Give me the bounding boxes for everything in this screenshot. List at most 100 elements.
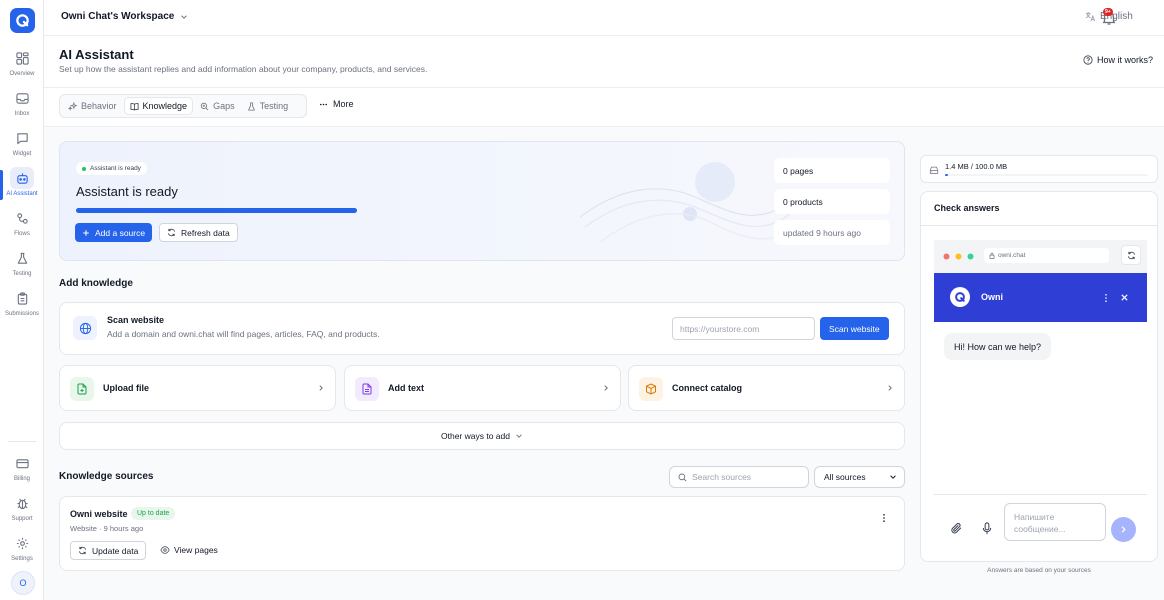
sidebar-item-settings[interactable]: Settings xyxy=(0,532,44,568)
chevron-right-icon xyxy=(1121,526,1126,533)
sidebar-item-flows[interactable]: Flows xyxy=(0,207,44,243)
refresh-icon xyxy=(1127,251,1135,259)
sidebar-item-overview[interactable]: Overview xyxy=(0,47,44,83)
storage-usage: 1.4 MB / 100.0 MB xyxy=(920,155,1158,183)
flask-icon xyxy=(10,247,34,269)
chevron-right-icon xyxy=(604,385,608,391)
avatar[interactable]: O xyxy=(11,571,35,595)
search-sources-field[interactable] xyxy=(669,466,809,488)
message-input[interactable]: Напишите сообщение... xyxy=(1004,503,1106,541)
refresh-icon xyxy=(167,228,176,237)
search-plus-icon xyxy=(200,102,209,110)
tab-label: Gaps xyxy=(213,101,235,111)
tab-knowledge[interactable]: Knowledge xyxy=(123,97,194,115)
storage-bar-fill xyxy=(945,174,948,176)
notification-badge: 9+ xyxy=(1103,8,1113,16)
status-dot xyxy=(82,166,86,171)
scan-website-card: Scan website Add a domain and owni.chat … xyxy=(59,302,905,355)
tab-label: Behavior xyxy=(81,101,117,111)
box-icon xyxy=(639,377,663,401)
panel-divider xyxy=(921,225,1157,226)
chevron-down-icon xyxy=(516,434,522,438)
plus-icon xyxy=(83,229,89,236)
status-badge-label: Assistant is ready xyxy=(90,165,141,172)
search-sources-input[interactable] xyxy=(692,472,802,482)
last-updated: updated 9 hours ago xyxy=(774,220,890,245)
gear-icon xyxy=(10,532,34,554)
sidebar-item-support[interactable]: Support xyxy=(0,492,44,528)
add-text-label: Add text xyxy=(388,383,424,393)
preview-refresh-button[interactable] xyxy=(1121,245,1141,265)
scan-website-button[interactable]: Scan website xyxy=(820,317,889,340)
sidebar-item-submissions[interactable]: Submissions xyxy=(0,287,44,323)
sources-filter-select[interactable]: All sources xyxy=(814,466,905,488)
eye-icon xyxy=(160,546,170,554)
microphone-icon[interactable] xyxy=(981,522,993,535)
app-logo[interactable] xyxy=(10,8,35,33)
send-button[interactable] xyxy=(1111,517,1136,542)
progress-fill xyxy=(76,208,357,213)
close-icon[interactable] xyxy=(1120,293,1129,302)
check-answers-panel: Check answers owni.chat Owni Hi! How can… xyxy=(920,191,1158,562)
window-dots-icon xyxy=(943,253,974,260)
status-badge: Assistant is ready xyxy=(76,162,147,175)
scan-website-button-label: Scan website xyxy=(829,323,880,334)
kebab-menu-icon[interactable] xyxy=(879,513,889,523)
robot-icon xyxy=(10,167,34,189)
pages-count: 0 pages xyxy=(774,158,890,183)
topbar: Owni Chat's Workspace English xyxy=(44,0,1164,36)
view-pages-button[interactable]: View pages xyxy=(160,545,218,555)
add-knowledge-title: Add knowledge xyxy=(59,278,133,289)
chevron-down-icon xyxy=(890,475,896,479)
add-text-card[interactable]: Add text xyxy=(344,365,621,411)
other-ways-button[interactable]: Other ways to add xyxy=(59,422,905,450)
sidebar-item-label: Inbox xyxy=(14,111,30,117)
sidebar-item-billing[interactable]: Billing xyxy=(0,452,44,488)
update-data-label: Update data xyxy=(92,545,139,556)
website-url-input[interactable] xyxy=(672,317,815,340)
tab-behavior[interactable]: Behavior xyxy=(63,97,122,115)
more-menu-button[interactable]: More xyxy=(319,99,354,109)
tab-gaps[interactable]: Gaps xyxy=(195,97,240,115)
refresh-data-label: Refresh data xyxy=(181,227,230,238)
source-name: Owni website xyxy=(70,509,128,519)
page-subtitle: Set up how the assistant replies and add… xyxy=(59,64,428,74)
sparkle-icon xyxy=(68,101,77,111)
sidebar-item-label: Submissions xyxy=(4,311,39,317)
readiness-progress-bar xyxy=(76,208,357,213)
sidebar-item-label: Overview xyxy=(9,71,35,77)
chat-bot-name: Owni xyxy=(981,292,1003,302)
refresh-data-button[interactable]: Refresh data xyxy=(159,223,238,242)
sidebar-item-label: Settings xyxy=(11,556,33,562)
flask-icon xyxy=(247,101,255,111)
tab-testing[interactable]: Testing xyxy=(242,97,294,115)
sidebar: Overview Inbox Widget AI Assistant Flows… xyxy=(0,0,44,600)
sidebar-item-widget[interactable]: Widget xyxy=(0,127,44,163)
upload-file-card[interactable]: Upload file xyxy=(59,365,336,411)
storage-label: 1.4 MB / 100.0 MB xyxy=(945,162,1008,171)
flows-icon xyxy=(10,207,34,229)
inbox-icon xyxy=(10,87,34,109)
storage-icon xyxy=(929,166,939,174)
sidebar-item-label: Support xyxy=(11,516,33,522)
source-meta: Website · 9 hours ago xyxy=(70,524,144,533)
sidebar-item-ai-assistant[interactable]: AI Assistant xyxy=(0,167,44,203)
add-source-button[interactable]: Add a source xyxy=(75,223,153,242)
update-data-button[interactable]: Update data xyxy=(70,541,147,560)
chat-logo-icon xyxy=(950,287,970,307)
connect-catalog-label: Connect catalog xyxy=(672,383,743,393)
how-it-works-link[interactable]: How it works? xyxy=(1083,55,1153,65)
connect-catalog-card[interactable]: Connect catalog xyxy=(628,365,905,411)
paperclip-icon[interactable] xyxy=(950,522,963,535)
logo-icon xyxy=(16,14,29,27)
workspace-name: Owni Chat's Workspace xyxy=(61,11,175,22)
chevron-down-icon xyxy=(181,14,188,19)
sidebar-item-inbox[interactable]: Inbox xyxy=(0,87,44,123)
other-ways-label: Other ways to add xyxy=(441,431,510,441)
sidebar-item-label: AI Assistant xyxy=(6,191,38,197)
sidebar-item-testing[interactable]: Testing xyxy=(0,247,44,283)
kebab-menu-icon[interactable] xyxy=(1102,293,1110,303)
grid-icon xyxy=(10,47,34,69)
source-item: Owni website Up to date Website · 9 hour… xyxy=(59,496,905,571)
workspace-switcher[interactable]: Owni Chat's Workspace xyxy=(61,11,188,22)
